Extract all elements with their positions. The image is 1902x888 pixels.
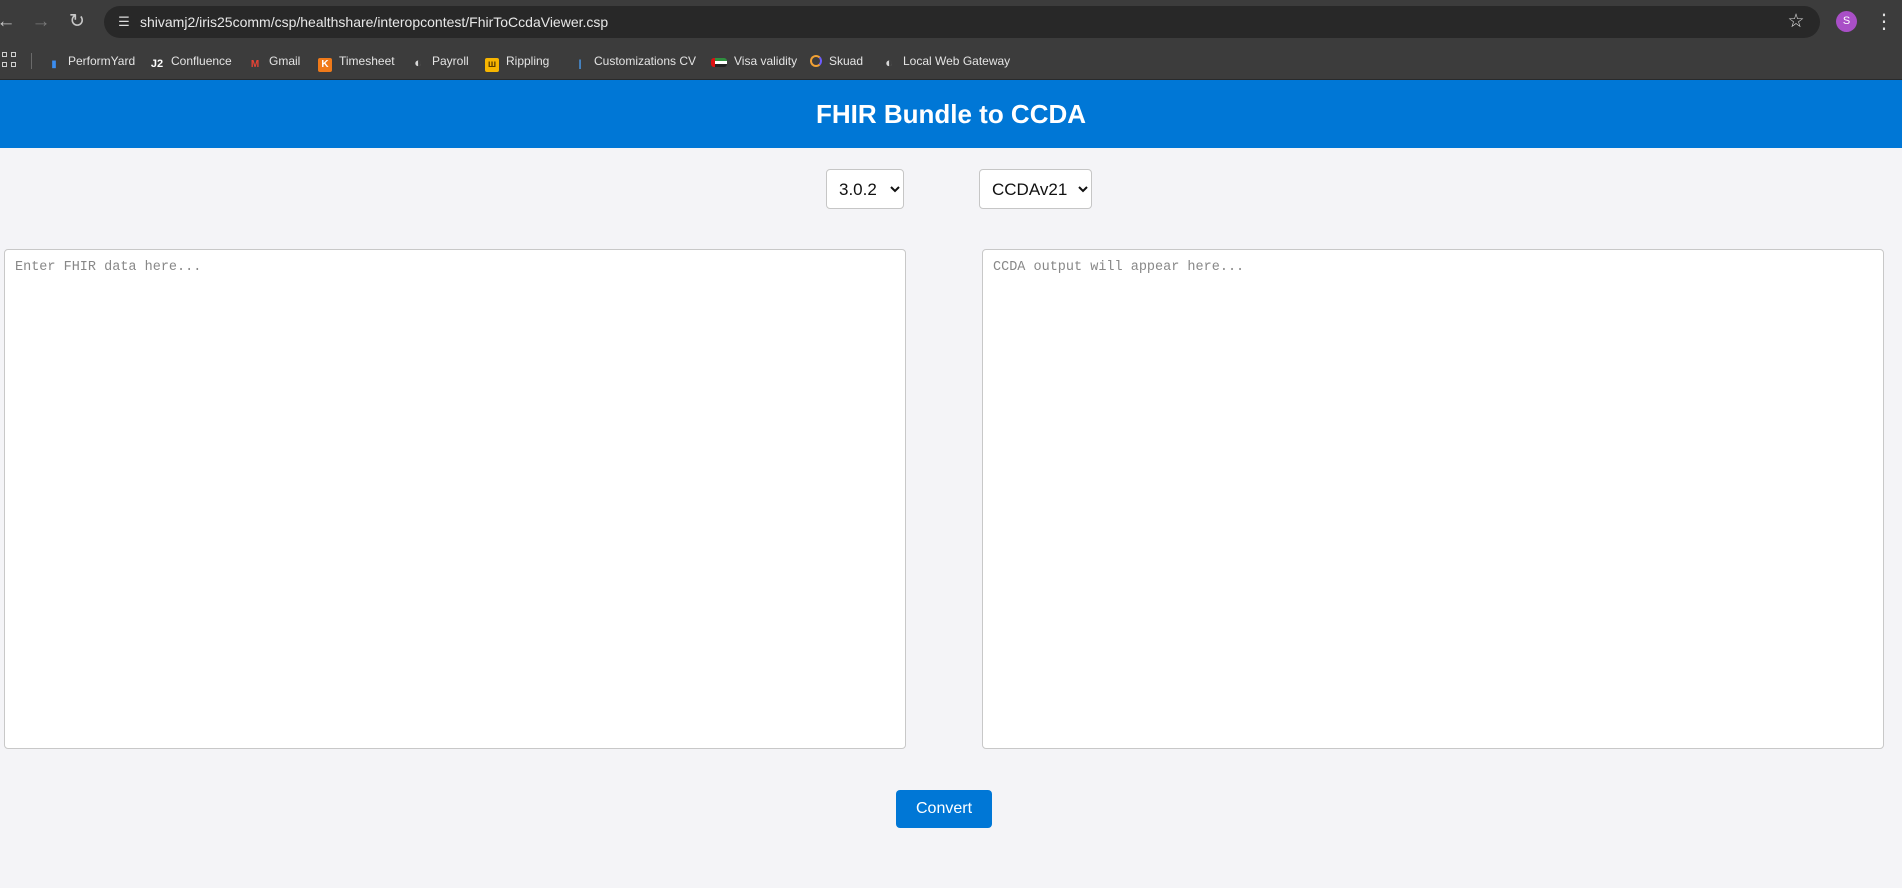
ccda-output-textarea[interactable] [982,249,1884,749]
globe-icon: ◐ [414,55,422,70]
bookmark-gmail[interactable]: M Gmail [248,51,301,71]
timesheet-icon: K [318,58,332,72]
bookmark-performyard[interactable]: ▮ PerformYard [47,51,135,71]
bookmark-label: PerformYard [68,54,136,68]
ccda-version-select[interactable]: CCDAv21 [979,169,1092,209]
customizations-icon: | [578,59,582,70]
reload-icon[interactable]: ↻ [65,10,89,34]
address-bar[interactable]: ☰ shivamj2/iris25comm/csp/healthshare/in… [104,6,1820,38]
skuad-icon [810,55,822,67]
bookmark-confluence[interactable]: J2 Confluence [150,51,232,71]
bookmarks-bar: ▮ PerformYard J2 Confluence M Gmail K Timesh… [0,44,1902,80]
site-info-icon[interactable]: ☰ [114,12,134,32]
convert-button[interactable]: Convert [896,790,992,828]
bookmark-label: Gmail [269,54,301,68]
apps-grid-icon[interactable] [2,52,18,68]
bookmark-customizations-cv[interactable]: | Customizations CV [573,51,696,71]
fhir-input-textarea[interactable] [4,249,906,749]
url-text[interactable]: shivamj2/iris25comm/csp/healthshare/inte… [140,6,608,38]
page-title: FHIR Bundle to CCDA [0,80,1902,148]
forward-arrow-icon[interactable]: → [29,10,53,34]
bookmark-local-web-gateway[interactable]: ◐ Local Web Gateway [882,51,1010,71]
fhir-version-select[interactable]: 3.0.2 [826,169,904,209]
bookmark-label: Timesheet [339,54,395,68]
bookmarks-divider [31,53,32,69]
bookmark-rippling[interactable]: ш Rippling [485,51,550,72]
gmail-icon: M [250,59,260,70]
bookmark-visa-validity[interactable]: Visa validity [711,51,797,71]
performyard-icon: ▮ [51,59,57,70]
flag-icon [711,58,727,67]
confluence-icon: J2 [150,58,164,70]
profile-avatar[interactable]: S [1836,11,1857,32]
back-arrow-icon[interactable]: ← [0,10,18,34]
globe-icon: ◐ [885,55,893,70]
bookmark-star-icon[interactable]: ☆ [1784,10,1808,34]
rippling-icon: ш [485,58,499,72]
bookmark-label: Customizations CV [594,54,697,68]
bookmark-timesheet[interactable]: K Timesheet [318,51,395,72]
bookmark-label: Local Web Gateway [903,54,1011,68]
bookmark-label: Confluence [171,54,232,68]
bookmark-label: Skuad [829,54,864,68]
bookmark-label: Payroll [432,54,469,68]
browser-menu-icon[interactable]: ⋮ [1872,10,1896,34]
browser-toolbar: ← → ↻ ☰ shivamj2/iris25comm/csp/healthsh… [0,0,1902,44]
bookmark-skuad[interactable]: Skuad [810,51,863,71]
bookmark-payroll[interactable]: ◐ Payroll [411,51,469,71]
bookmark-label: Visa validity [734,54,798,68]
bookmark-label: Rippling [506,54,550,68]
